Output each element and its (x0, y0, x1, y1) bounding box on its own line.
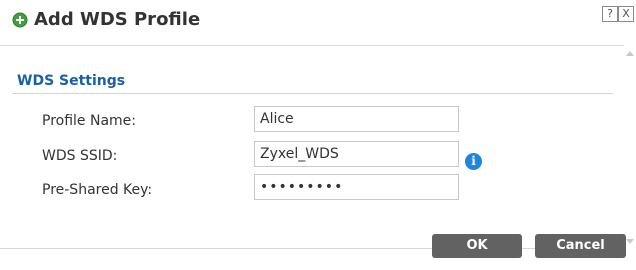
add-circle-icon (12, 12, 28, 28)
ok-button[interactable]: OK (432, 234, 522, 258)
add-wds-profile-dialog: Add WDS Profile ? X WDS Settings Profile… (0, 0, 636, 270)
vertical-scrollbar[interactable] (624, 45, 636, 249)
profile-name-input[interactable] (254, 106, 459, 132)
wds-ssid-input[interactable] (254, 141, 459, 167)
section-title: WDS Settings (17, 73, 126, 89)
wds-ssid-label: WDS SSID: (42, 148, 118, 164)
info-icon[interactable]: i (465, 153, 482, 170)
scroll-down-arrow-icon[interactable] (626, 239, 634, 244)
dialog-content: WDS Settings Profile Name: WDS SSID: i P… (0, 45, 624, 249)
wds-settings-section: WDS Settings (12, 63, 613, 94)
profile-name-label: Profile Name: (42, 113, 137, 129)
cancel-button[interactable]: Cancel (535, 234, 626, 258)
pre-shared-key-label: Pre-Shared Key: (42, 182, 153, 198)
pre-shared-key-input[interactable] (254, 174, 459, 200)
dialog-title: Add WDS Profile (34, 9, 201, 30)
help-button[interactable]: ? (602, 6, 618, 22)
scroll-up-arrow-icon[interactable] (626, 51, 634, 56)
dialog-titlebar: Add WDS Profile ? X (0, 0, 636, 45)
close-button[interactable]: X (618, 6, 634, 22)
